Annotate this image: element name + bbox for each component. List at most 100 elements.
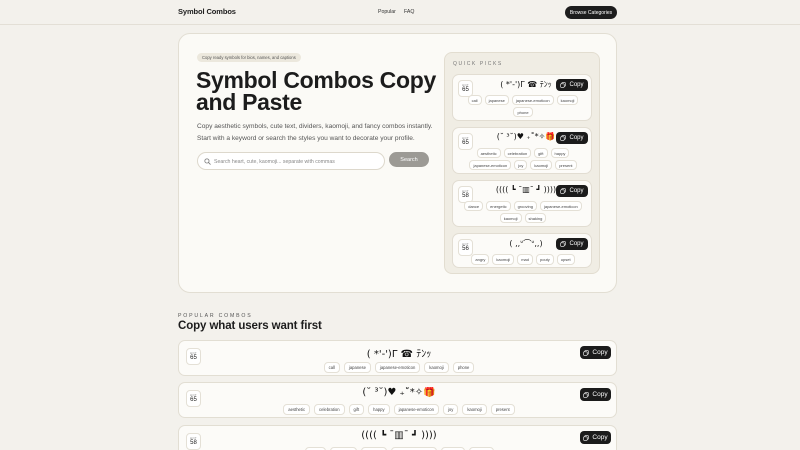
copy-button-label: Copy — [569, 82, 584, 88]
tag-list: aesthetic celebration gift happy japanese-em… — [461, 148, 585, 170]
hot-badge: HOT 65 — [186, 348, 201, 365]
browse-categories-button[interactable]: Browse Categories — [565, 6, 617, 19]
hot-badge: HOT 58 — [186, 433, 201, 450]
tag-chip[interactable]: present — [490, 404, 515, 415]
hot-count: 65 — [462, 87, 469, 93]
tag-chip[interactable]: call — [467, 95, 482, 105]
copy-button[interactable]: Copy — [580, 431, 611, 444]
tag-list: call japanese japanese-emoticon kaomoji phon… — [461, 95, 585, 117]
symbol-combo-text[interactable]: (˘ ³˘)♥ ₊˚*✧🎁 — [319, 387, 479, 398]
tag-chip[interactable]: kaomoji — [530, 160, 553, 170]
tag-chip[interactable]: phone — [452, 362, 475, 373]
tag-list: danceenergeticgroovingjapanese-emoticon k… — [461, 201, 585, 223]
copy-button-label: Copy — [592, 349, 608, 356]
copy-button-label: Copy — [592, 434, 608, 441]
tag-chip[interactable]: celebration — [503, 148, 532, 158]
tag-list: angry kaomoji mad pouty upset — [461, 254, 585, 265]
tag-chip[interactable]: shaking — [524, 213, 547, 223]
copy-button[interactable]: Copy — [556, 185, 588, 197]
tag-chip[interactable]: present — [555, 160, 577, 170]
brand-logo-text[interactable]: Symbol Combos — [178, 7, 236, 16]
nav-link-faq[interactable]: FAQ — [404, 9, 414, 15]
popular-combo-row: HOT 65 ( *'-')Γ ☎ ﾃﾝｯ Copy call japanese japan… — [178, 340, 617, 376]
copy-button-label: Copy — [569, 188, 584, 194]
symbol-combo-text[interactable]: (˘ ³˘)♥ ₊˚*✧🎁 — [491, 132, 561, 141]
top-navbar: Symbol Combos Popular FAQ Browse Categor… — [0, 0, 800, 25]
hero-tagline-pill: Copy ready symbols for bios, names, and … — [197, 53, 301, 62]
search-field[interactable] — [197, 152, 385, 170]
copy-button[interactable]: Copy — [580, 346, 611, 359]
search-button[interactable]: Search — [389, 152, 429, 167]
tag-chip[interactable]: dance — [464, 201, 484, 211]
quick-pick-card: HOT 58(((( ┗ ¯▥¯ ┛ )))) Copy dance energetic… — [452, 180, 592, 227]
copy-button[interactable]: Copy — [580, 388, 611, 401]
tag-chip[interactable]: happy — [368, 404, 390, 415]
hero-description: Copy aesthetic symbols, cute text, divid… — [197, 123, 433, 142]
tag-chip[interactable]: japanese-emoticon — [539, 201, 582, 211]
tag-list: aesthetic celebration gift happy japanese-em… — [239, 404, 559, 415]
copy-button-label: Copy — [592, 391, 608, 398]
tag-chip[interactable]: energetic — [486, 201, 511, 211]
hot-count: 65 — [462, 140, 469, 146]
quick-picks-panel: QUICK PICKS HOT 65( *'-')Γ ☎ ﾃﾝｯ Copy call j… — [444, 52, 600, 274]
tag-chip[interactable]: japanese-emoticon — [393, 404, 439, 415]
quick-pick-card: HOT 65( *'-')Γ ☎ ﾃﾝｯ Copy call japanese japan… — [452, 74, 592, 121]
hot-count: 58 — [462, 193, 469, 199]
nav-link-popular[interactable]: Popular — [378, 9, 396, 15]
tag-chip[interactable]: kaomoji — [424, 362, 449, 373]
popular-combo-row: HOT58(((( ┗ ¯▥¯ ┛ ))))Copydanceenergetic… — [178, 425, 617, 450]
tag-chip[interactable]: mad — [517, 254, 533, 265]
popular-combo-row: HOT 65 (˘ ³˘)♥ ₊˚*✧🎁 Copy aesthetic celebrati… — [178, 382, 617, 418]
tag-chip[interactable]: upset — [556, 254, 575, 265]
copy-icon — [560, 135, 567, 141]
copy-icon — [560, 241, 567, 247]
quick-picks-title: QUICK PICKS — [453, 61, 503, 67]
copy-button[interactable]: Copy — [556, 132, 588, 144]
tag-chip[interactable]: japanese-emoticon — [374, 362, 421, 373]
copy-icon — [560, 188, 567, 194]
tag-chip[interactable]: happy — [550, 148, 570, 158]
page-title: Symbol Combos Copy and Paste — [196, 67, 436, 115]
copy-button-label: Copy — [569, 135, 584, 141]
quick-pick-card: HOT 65 (˘ ³˘)♥ ₊˚*✧🎁 Copy aesthetic celebrati… — [452, 127, 592, 174]
tag-chip[interactable]: aesthetic — [283, 404, 311, 415]
hot-count: 65 — [190, 397, 197, 403]
tag-chip[interactable]: kaomoji — [492, 254, 515, 265]
symbol-combo-text[interactable]: (((( ┗ ¯▥¯ ┛ )))) — [319, 430, 479, 441]
tag-chip[interactable]: angry — [471, 254, 490, 265]
tag-chip[interactable]: kaomoji — [556, 95, 579, 105]
popular-section-label: POPULAR COMBOS — [178, 313, 253, 319]
copy-icon — [583, 391, 590, 398]
tag-chip[interactable]: call — [323, 362, 340, 373]
symbol-combo-text[interactable]: (((( ┗ ¯▥¯ ┛ )))) — [491, 185, 561, 194]
symbol-combo-text[interactable]: ( *'-')Γ ☎ ﾃﾝｯ — [491, 79, 561, 90]
tag-chip[interactable]: phone — [513, 107, 533, 117]
symbol-combo-text[interactable]: ( *'-')Γ ☎ ﾃﾝｯ — [319, 345, 479, 360]
tag-chip[interactable]: gift — [534, 148, 548, 158]
tag-chip[interactable]: japanese — [343, 362, 371, 373]
tag-chip[interactable]: joy — [514, 160, 528, 170]
tag-chip[interactable]: pouty — [536, 254, 554, 265]
tag-chip[interactable]: joy — [442, 404, 459, 415]
copy-button[interactable]: Copy — [556, 238, 588, 250]
tag-chip[interactable]: aesthetic — [476, 148, 501, 158]
copy-icon — [583, 349, 590, 356]
copy-icon — [583, 434, 590, 441]
tag-chip[interactable]: japanese-emoticon — [511, 95, 554, 105]
tag-chip[interactable]: kaomoji — [499, 213, 522, 223]
tag-chip[interactable]: gift — [348, 404, 365, 415]
tag-chip[interactable]: japanese — [484, 95, 509, 105]
hot-badge: HOT 65 — [186, 390, 201, 407]
search-icon — [204, 157, 211, 165]
tag-chip[interactable]: japanese-emoticon — [469, 160, 512, 170]
symbol-combo-text[interactable]: ( ,,ᐡ⌒ᐡ,,) — [491, 238, 561, 249]
copy-button-label: Copy — [569, 241, 584, 247]
hot-count: 58 — [190, 440, 197, 446]
search-input[interactable] — [214, 156, 379, 167]
tag-chip[interactable]: grooving — [513, 201, 537, 211]
hot-count: 56 — [462, 246, 469, 252]
tag-chip[interactable]: kaomoji — [462, 404, 487, 415]
tag-chip[interactable]: celebration — [314, 404, 345, 415]
hero-card: Copy ready symbols for bios, names, and … — [178, 33, 617, 293]
copy-button[interactable]: Copy — [556, 79, 588, 91]
